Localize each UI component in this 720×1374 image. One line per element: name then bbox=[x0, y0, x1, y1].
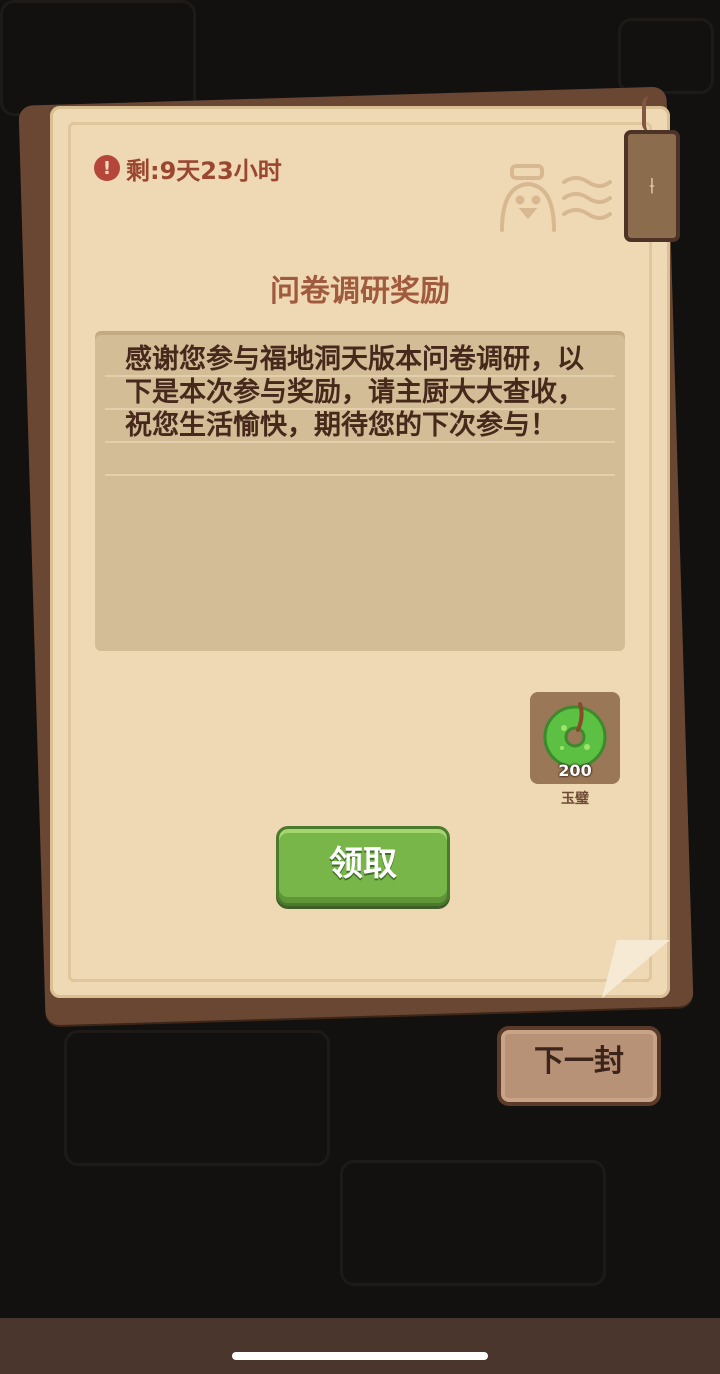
reward-count: 200 bbox=[558, 761, 592, 780]
bottom-bar bbox=[0, 1318, 720, 1374]
home-indicator[interactable] bbox=[232, 1352, 488, 1360]
letter-message: 感谢您参与福地洞天版本问卷调研，以下是本次参与奖励，请主厨大大查收，祝您生活愉快… bbox=[125, 344, 584, 441]
reward-item[interactable]: 200 bbox=[530, 692, 620, 784]
reward-name: 玉璧 bbox=[561, 791, 589, 807]
letter-title: 问卷调研奖励 bbox=[270, 274, 450, 309]
background-decoration bbox=[64, 1030, 330, 1166]
jade-disc-icon bbox=[543, 702, 607, 769]
background-decoration bbox=[618, 18, 714, 94]
remaining-time: ! 剩:9天23小时 bbox=[94, 150, 282, 186]
bookmark-tag-icon[interactable]: ⟊ bbox=[624, 130, 680, 242]
remaining-time-text: 剩:9天23小时 bbox=[126, 156, 282, 185]
ruled-line bbox=[105, 474, 615, 476]
message-box: 感谢您参与福地洞天版本问卷调研，以下是本次参与奖励，请主厨大大查收，祝您生活愉快… bbox=[95, 331, 625, 651]
letter-panel: ! 剩:9天23小时 ⟊ 问卷调研奖励 感谢您参与福地洞天版本问卷调研，以下是本… bbox=[50, 96, 680, 998]
warning-icon: ! bbox=[94, 155, 120, 181]
tag-string bbox=[642, 96, 658, 132]
chef-bird-stamp-icon bbox=[500, 164, 612, 232]
background-decoration bbox=[0, 0, 196, 116]
next-letter-button[interactable]: 下一封 bbox=[497, 1026, 661, 1106]
claim-button[interactable]: 领取 bbox=[276, 826, 450, 906]
background-decoration bbox=[340, 1160, 606, 1286]
